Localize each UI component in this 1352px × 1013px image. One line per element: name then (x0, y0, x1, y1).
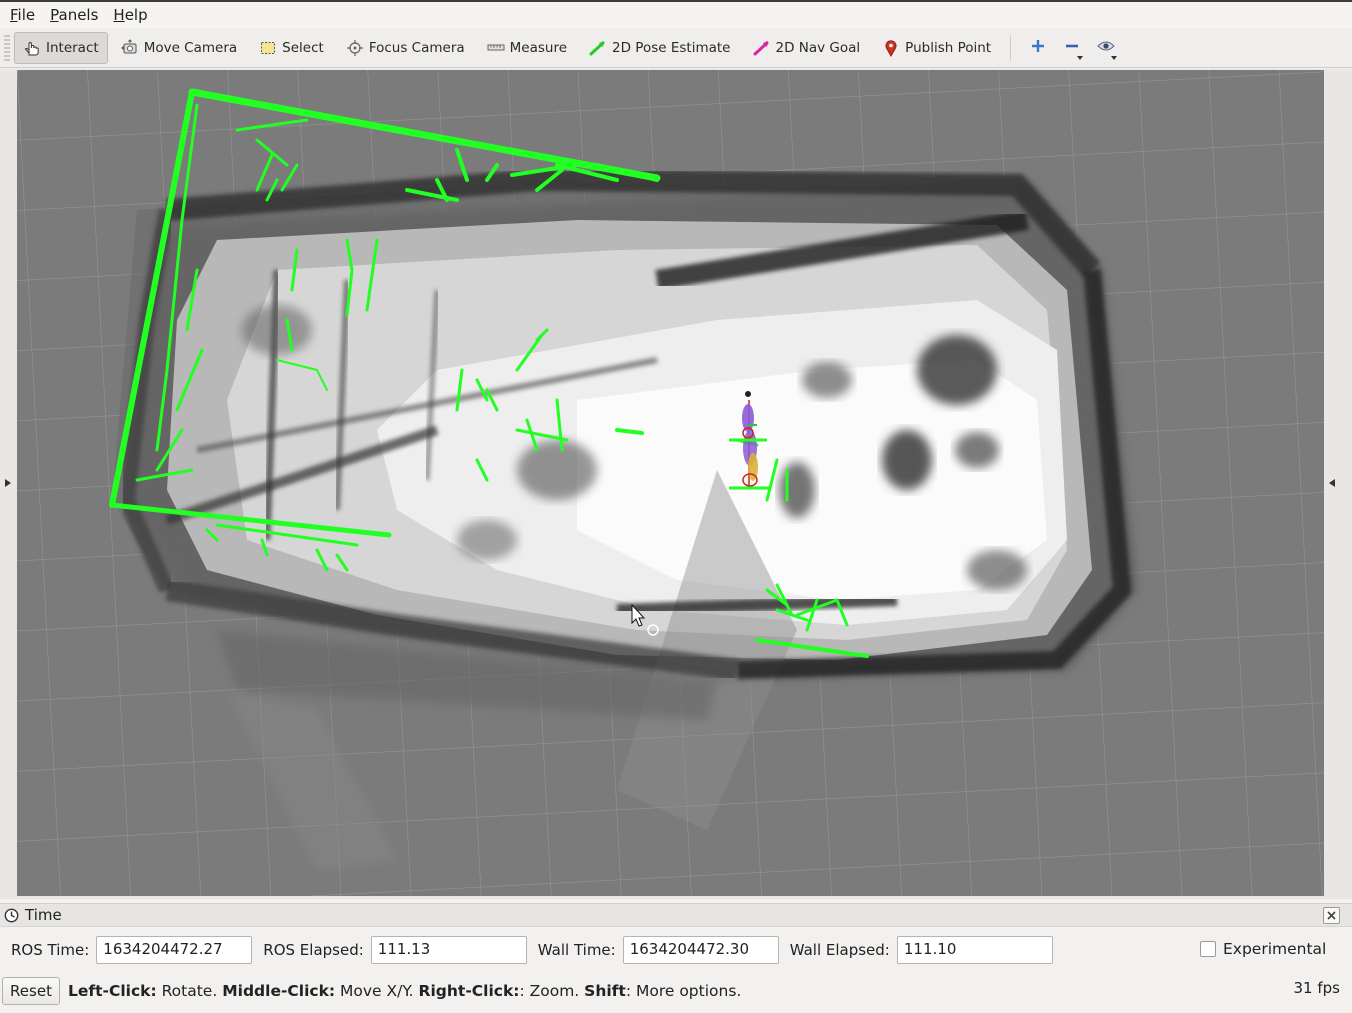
ruler-icon (487, 39, 505, 57)
ros-time-field[interactable]: 1634204472.27 (96, 936, 253, 964)
caret-right-icon (5, 479, 11, 487)
right-dock-toggle[interactable] (1326, 475, 1338, 491)
focus-camera-tool-button[interactable]: Focus Camera (337, 32, 474, 64)
interact-tool-button[interactable]: Interact (14, 31, 108, 64)
pose-estimate-tool-button[interactable]: 2D Pose Estimate (580, 32, 739, 64)
experimental-checkbox-box[interactable] (1200, 941, 1216, 957)
toolbar-separator (1010, 34, 1012, 61)
hint-right-click-text: : Zoom. (519, 982, 585, 1000)
nav-goal-tool-button[interactable]: 2D Nav Goal (744, 32, 870, 64)
wall-time-field[interactable]: 1634204472.30 (622, 936, 779, 964)
left-dock-toggle[interactable] (2, 475, 14, 491)
fps-indicator: 31 fps (1293, 979, 1340, 997)
hand-pointer-icon (23, 39, 41, 57)
menu-panels-mnemonic: P (50, 6, 59, 24)
pose-estimate-tool-label: 2D Pose Estimate (612, 39, 731, 56)
hint-shift-text: : More options. (625, 982, 742, 1000)
time-panel: Time ROS Time: 1634204472.27 ROS Elapsed… (0, 903, 1352, 1013)
measure-tool-label: Measure (509, 39, 568, 56)
hint-shift-key: Shift (584, 982, 626, 1000)
minus-icon (1064, 38, 1080, 58)
green-arrow-icon (589, 39, 607, 57)
publish-point-tool-label: Publish Point (905, 39, 992, 56)
menu-bar: File Panels Help (0, 0, 1352, 28)
hint-middle-click-text: Move X/Y. (335, 982, 419, 1000)
hint-right-click-key: Right-Click: (418, 982, 520, 1000)
hint-left-click-key: Left-Click: (68, 982, 157, 1000)
mouse-hint-text: Left-Click: Rotate. Middle-Click: Move X… (68, 982, 741, 1000)
plus-icon (1030, 38, 1046, 58)
wall-elapsed-field[interactable]: 111.10 (896, 936, 1053, 964)
map-pin-icon (882, 39, 900, 57)
remove-tool-button[interactable] (1055, 32, 1089, 64)
eye-icon (1097, 39, 1115, 57)
view-options-button[interactable] (1089, 32, 1123, 64)
add-tool-button[interactable] (1021, 32, 1055, 64)
ros-time-label: ROS Time: (11, 941, 90, 959)
time-panel-title: Time (25, 906, 62, 924)
magenta-arrow-icon (753, 39, 771, 57)
reset-button[interactable]: Reset (2, 977, 60, 1005)
move-camera-icon (120, 38, 139, 57)
menu-panels[interactable]: Panels (46, 6, 102, 24)
dropdown-arrow-icon (1111, 55, 1118, 60)
hint-left-click-text: Rotate. (156, 982, 223, 1000)
menu-panels-label: anels (58, 6, 99, 24)
focus-camera-tool-label: Focus Camera (368, 39, 465, 56)
dropdown-arrow-icon (1077, 55, 1084, 60)
select-tool-button[interactable]: Select (250, 32, 333, 64)
experimental-checkbox[interactable]: Experimental (1200, 940, 1326, 958)
experimental-label: Experimental (1223, 940, 1327, 958)
time-fields-row: ROS Time: 1634204472.27 ROS Elapsed: 111… (0, 935, 1352, 965)
move-camera-tool-label: Move Camera (143, 39, 238, 56)
status-bar: Reset Left-Click: Rotate. Middle-Click: … (0, 976, 1352, 1006)
hint-middle-click-key: Middle-Click: (222, 982, 336, 1000)
select-tool-label: Select (282, 39, 324, 56)
menu-help-mnemonic: H (113, 6, 125, 24)
wall-elapsed-label: Wall Elapsed: (789, 941, 890, 959)
close-icon (1327, 911, 1336, 920)
measure-tool-button[interactable]: Measure (478, 32, 576, 64)
ros-elapsed-field[interactable]: 111.13 (370, 936, 527, 964)
menu-file-mnemonic: F (10, 6, 18, 24)
clock-icon (4, 908, 19, 922)
close-panel-button[interactable] (1323, 907, 1340, 924)
caret-left-icon (1329, 479, 1335, 487)
3d-viewport[interactable] (17, 70, 1324, 896)
select-icon (259, 39, 277, 57)
menu-file[interactable]: File (6, 6, 39, 24)
menu-file-label: ile (17, 6, 36, 24)
nav-goal-tool-label: 2D Nav Goal (775, 39, 861, 56)
toolbar-grip[interactable] (4, 34, 10, 61)
wall-time-label: Wall Time: (537, 941, 616, 959)
interact-tool-label: Interact (46, 39, 99, 56)
menu-help[interactable]: Help (109, 6, 151, 24)
time-panel-header: Time (0, 903, 1352, 927)
move-camera-tool-button[interactable]: Move Camera (112, 32, 246, 64)
focus-camera-icon (346, 39, 364, 57)
menu-help-label: elp (124, 6, 148, 24)
ros-elapsed-label: ROS Elapsed: (263, 941, 364, 959)
tools-toolbar: Interact Move Camera Select Focus Camera… (0, 28, 1352, 68)
publish-point-tool-button[interactable]: Publish Point (873, 32, 1000, 64)
render-panel (0, 69, 1352, 899)
map-scene (17, 70, 1324, 896)
